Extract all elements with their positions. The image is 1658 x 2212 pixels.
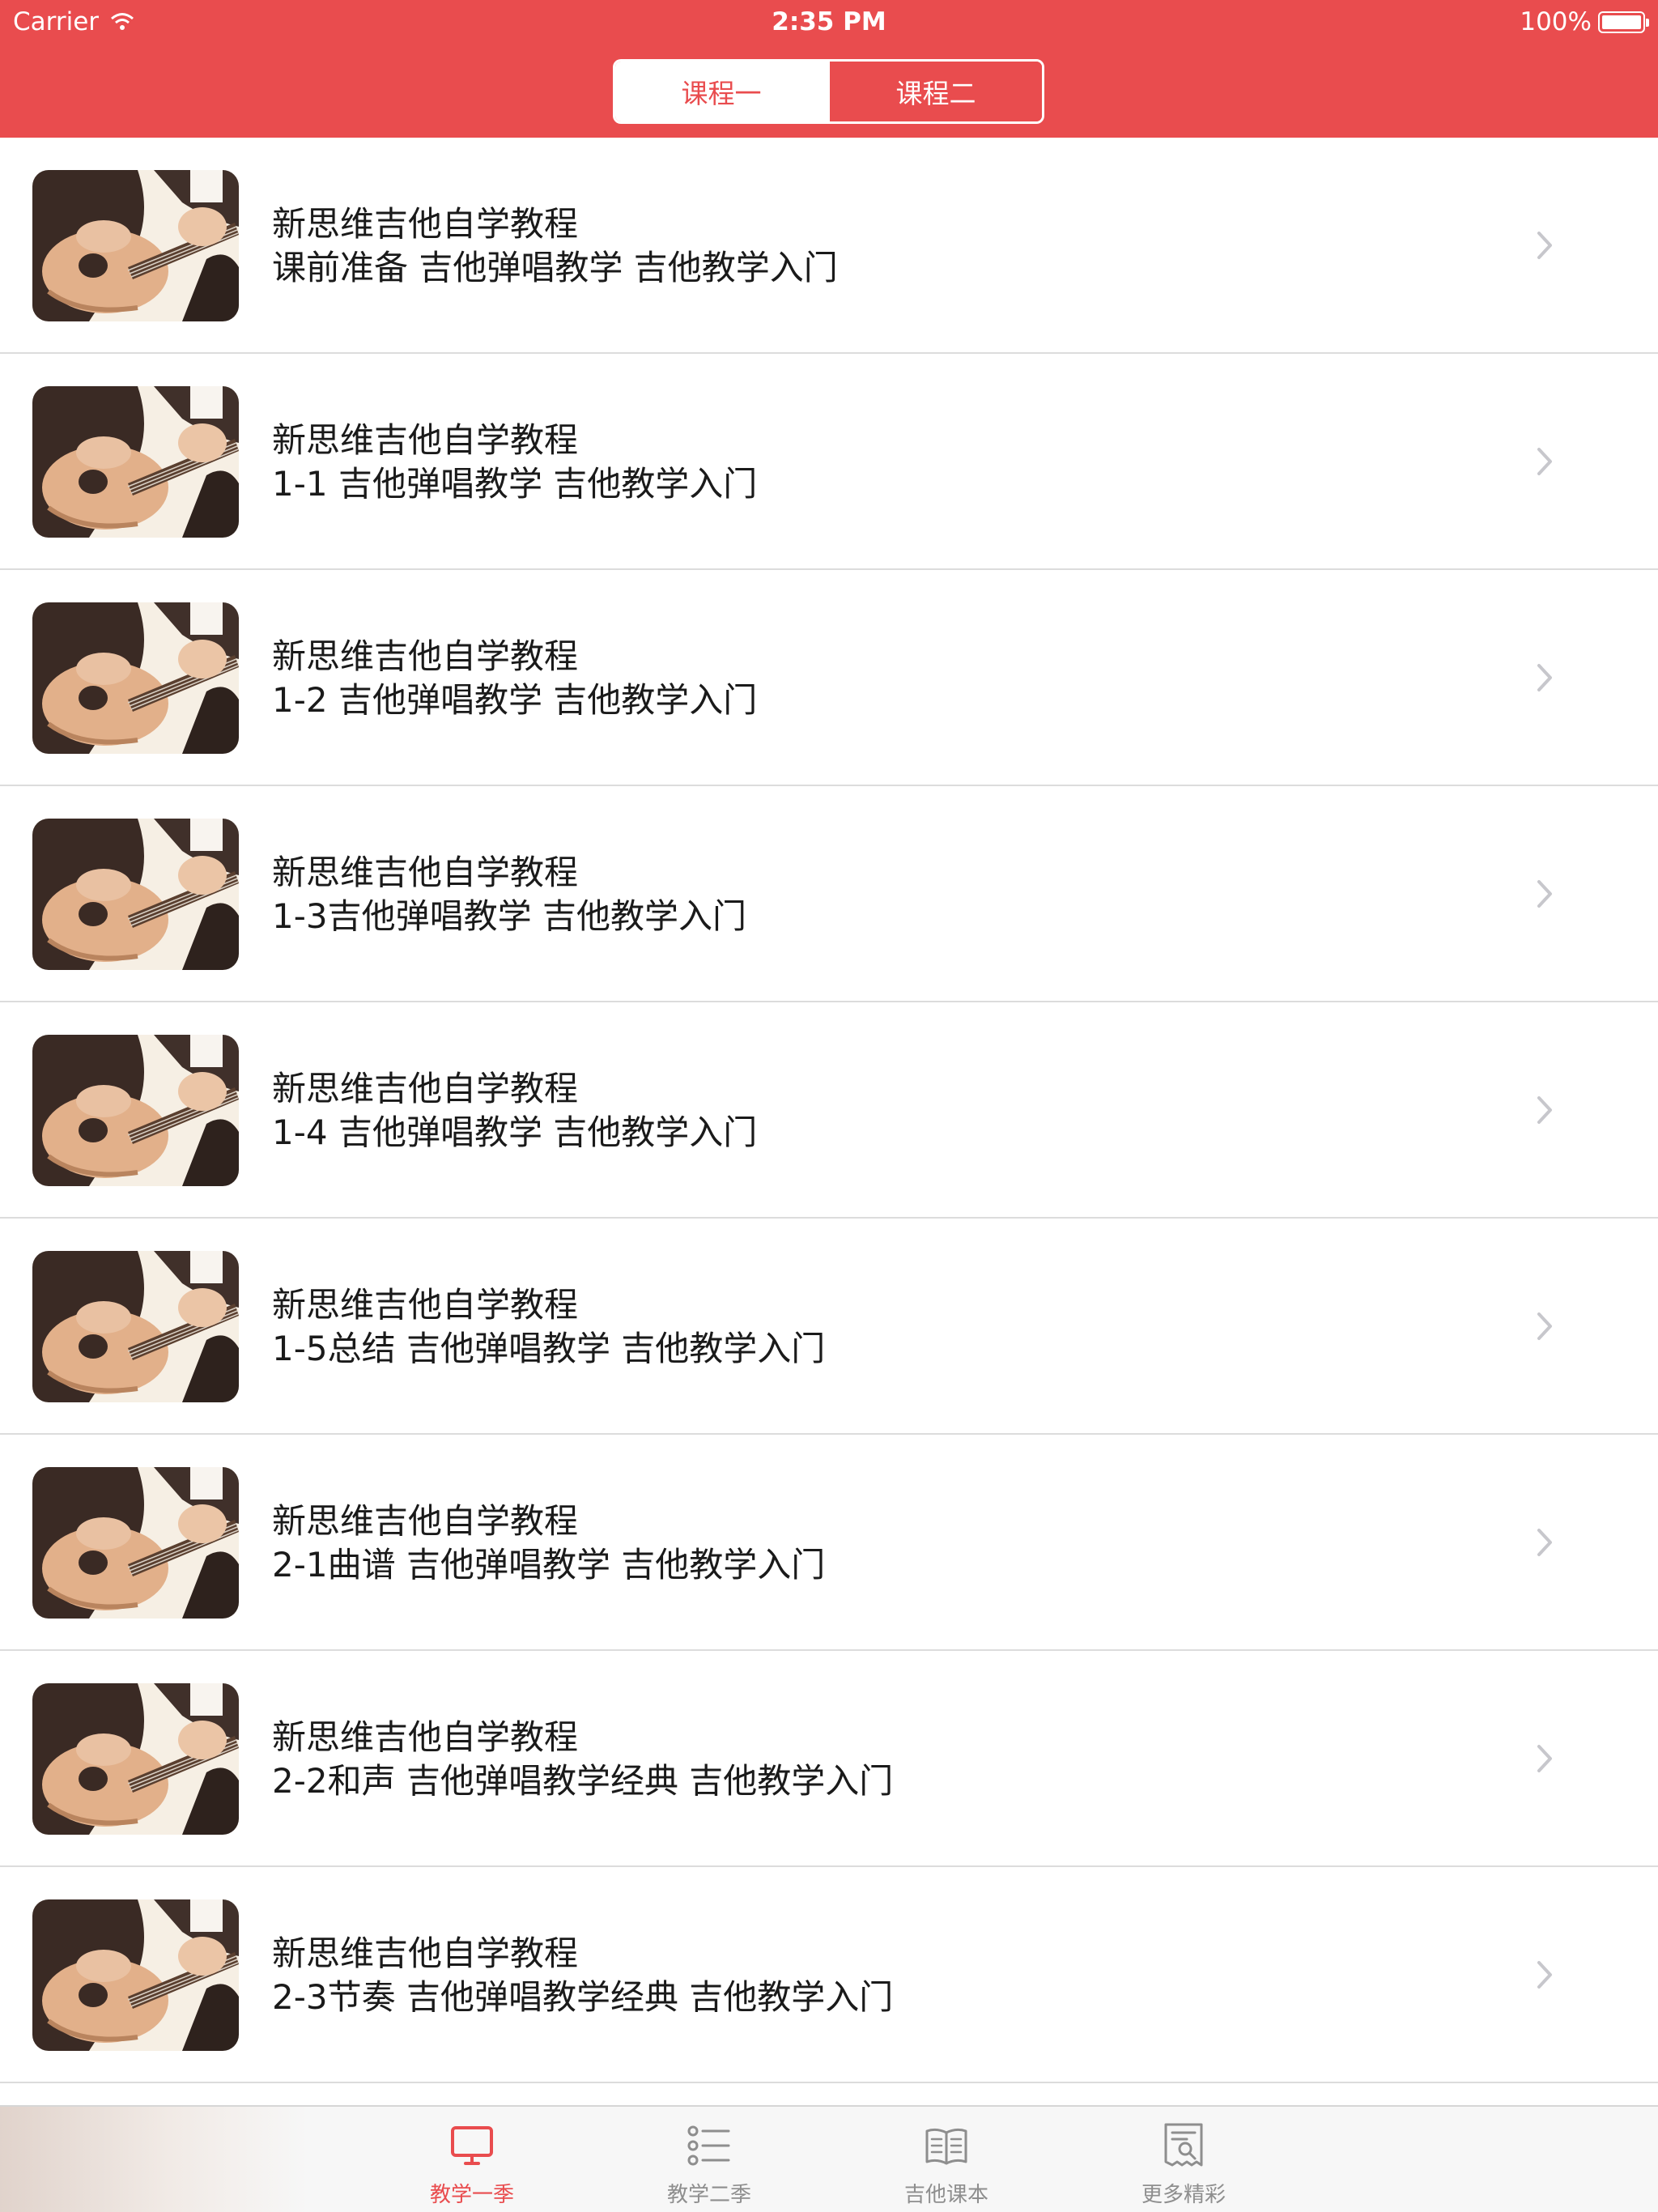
list-item-text: 新思维吉他自学教程 1-5总结 吉他弹唱教学 吉他教学入门 <box>272 1283 1486 1371</box>
list-item-subtitle: 1-2 吉他弹唱教学 吉他教学入门 <box>272 680 758 720</box>
app-root: Carrier 2:35 PM 100% 课程一 课程二 新思维吉他自学教程 课… <box>0 0 1658 2212</box>
battery-icon <box>1598 11 1649 33</box>
lesson-thumbnail <box>32 602 239 754</box>
list-item-text: 新思维吉他自学教程 课前准备 吉他弹唱教学 吉他教学入门 <box>272 202 1486 290</box>
list-item[interactable]: 新思维吉他自学教程 2-2和声 吉他弹唱教学经典 吉他教学入门 <box>0 1651 1658 1867</box>
list-item-subtitle: 2-3节奏 吉他弹唱教学经典 吉他教学入门 <box>272 1977 894 2017</box>
list-item-title: 新思维吉他自学教程 <box>272 636 579 676</box>
tab-label: 吉他课本 <box>903 2183 988 2207</box>
segment-course-one[interactable]: 课程一 <box>615 62 827 121</box>
lesson-thumbnail <box>32 170 239 321</box>
list-item[interactable]: 新思维吉他自学教程 2-1曲谱 吉他弹唱教学 吉他教学入门 <box>0 1435 1658 1651</box>
list-item-text: 新思维吉他自学教程 1-1 吉他弹唱教学 吉他教学入门 <box>272 419 1486 506</box>
status-time: 2:35 PM <box>772 7 886 36</box>
list-item-subtitle: 1-3吉他弹唱教学 吉他教学入门 <box>272 896 746 936</box>
list-item-title: 新思维吉他自学教程 <box>272 204 579 244</box>
list-icon <box>687 2125 730 2166</box>
receipt-search-icon <box>1164 2123 1203 2167</box>
tab-more[interactable]: 更多精彩 <box>1103 2107 1265 2212</box>
chevron-right-icon <box>1537 664 1552 691</box>
lesson-thumbnail <box>32 1467 239 1619</box>
list-item[interactable]: 新思维吉他自学教程 1-2 吉他弹唱教学 吉他教学入门 <box>0 570 1658 786</box>
header: Carrier 2:35 PM 100% 课程一 课程二 <box>0 0 1658 138</box>
list-item-subtitle: 1-1 吉他弹唱教学 吉他教学入门 <box>272 464 758 504</box>
tab-label: 更多精彩 <box>1141 2183 1226 2207</box>
list-item-title: 新思维吉他自学教程 <box>272 1933 579 1973</box>
list-item[interactable]: 新思维吉他自学教程 课前准备 吉他弹唱教学 吉他教学入门 <box>0 138 1658 354</box>
chevron-right-icon <box>1537 1096 1552 1124</box>
lesson-list: 新思维吉他自学教程 课前准备 吉他弹唱教学 吉他教学入门 新思维吉他自学教程 1… <box>0 138 1658 2105</box>
book-icon <box>925 2128 967 2165</box>
tab-season-one[interactable]: 教学一季 <box>391 2107 553 2212</box>
list-item[interactable]: 新思维吉他自学教程 1-4 吉他弹唱教学 吉他教学入门 <box>0 1002 1658 1219</box>
list-item-title: 新思维吉他自学教程 <box>272 420 579 460</box>
battery-percent: 100% <box>1520 7 1592 36</box>
list-item-text: 新思维吉他自学教程 2-3节奏 吉他弹唱教学经典 吉他教学入门 <box>272 1932 1486 2019</box>
lesson-thumbnail <box>32 386 239 538</box>
list-item-title: 新思维吉他自学教程 <box>272 1717 579 1757</box>
list-item-text: 新思维吉他自学教程 1-3吉他弹唱教学 吉他教学入门 <box>272 851 1486 938</box>
status-bar: Carrier 2:35 PM 100% <box>0 0 1658 45</box>
tab-guitar-book[interactable]: 吉他课本 <box>865 2107 1027 2212</box>
chevron-right-icon <box>1537 880 1552 908</box>
list-item-text: 新思维吉他自学教程 2-2和声 吉他弹唱教学经典 吉他教学入门 <box>272 1716 1486 1803</box>
lesson-thumbnail <box>32 1683 239 1835</box>
list-item-title: 新思维吉他自学教程 <box>272 853 579 892</box>
list-item-text: 新思维吉他自学教程 2-1曲谱 吉他弹唱教学 吉他教学入门 <box>272 1499 1486 1587</box>
lesson-thumbnail <box>32 1035 239 1186</box>
list-item-subtitle: 课前准备 吉他弹唱教学 吉他教学入门 <box>272 248 838 287</box>
list-item-text: 新思维吉他自学教程 1-2 吉他弹唱教学 吉他教学入门 <box>272 635 1486 722</box>
lesson-thumbnail <box>32 1899 239 2051</box>
list-item[interactable]: 新思维吉他自学教程 1-3吉他弹唱教学 吉他教学入门 <box>0 786 1658 1002</box>
tab-bar: 教学一季 教学二季 吉他课本 更多精彩 <box>0 2105 1658 2212</box>
lesson-thumbnail <box>32 819 239 970</box>
chevron-right-icon <box>1537 1529 1552 1556</box>
list-item-title: 新思维吉他自学教程 <box>272 1285 579 1325</box>
tab-season-two[interactable]: 教学二季 <box>628 2107 790 2212</box>
list-item-title: 新思维吉他自学教程 <box>272 1501 579 1541</box>
monitor-icon <box>451 2126 493 2165</box>
tab-label: 教学一季 <box>429 2183 514 2207</box>
list-item[interactable]: 新思维吉他自学教程 2-3节奏 吉他弹唱教学经典 吉他教学入门 <box>0 1867 1658 2083</box>
tab-bar-blur <box>0 2107 308 2212</box>
chevron-right-icon <box>1537 232 1552 259</box>
list-item-title: 新思维吉他自学教程 <box>272 1069 579 1108</box>
chevron-right-icon <box>1537 1961 1552 1989</box>
list-item-subtitle: 2-1曲谱 吉他弹唱教学 吉他教学入门 <box>272 1545 826 1585</box>
list-item-subtitle: 1-5总结 吉他弹唱教学 吉他教学入门 <box>272 1329 826 1368</box>
list-item-text: 新思维吉他自学教程 1-4 吉他弹唱教学 吉他教学入门 <box>272 1067 1486 1155</box>
battery-indicator: 100% <box>1520 7 1649 36</box>
list-item-subtitle: 1-4 吉他弹唱教学 吉他教学入门 <box>272 1112 758 1152</box>
segmented-control: 课程一 课程二 <box>613 59 1044 124</box>
segment-label: 课程二 <box>895 78 976 109</box>
lesson-thumbnail <box>32 1251 239 1402</box>
segment-course-two[interactable]: 课程二 <box>827 62 1042 121</box>
chevron-right-icon <box>1537 1745 1552 1772</box>
list-item[interactable]: 新思维吉他自学教程 1-5总结 吉他弹唱教学 吉他教学入门 <box>0 1219 1658 1435</box>
list-item-subtitle: 2-2和声 吉他弹唱教学经典 吉他教学入门 <box>272 1761 894 1801</box>
chevron-right-icon <box>1537 448 1552 475</box>
tab-label: 教学二季 <box>666 2183 751 2207</box>
chevron-right-icon <box>1537 1312 1552 1340</box>
list-item[interactable]: 新思维吉他自学教程 1-1 吉他弹唱教学 吉他教学入门 <box>0 354 1658 570</box>
segment-label: 课程一 <box>681 78 762 109</box>
